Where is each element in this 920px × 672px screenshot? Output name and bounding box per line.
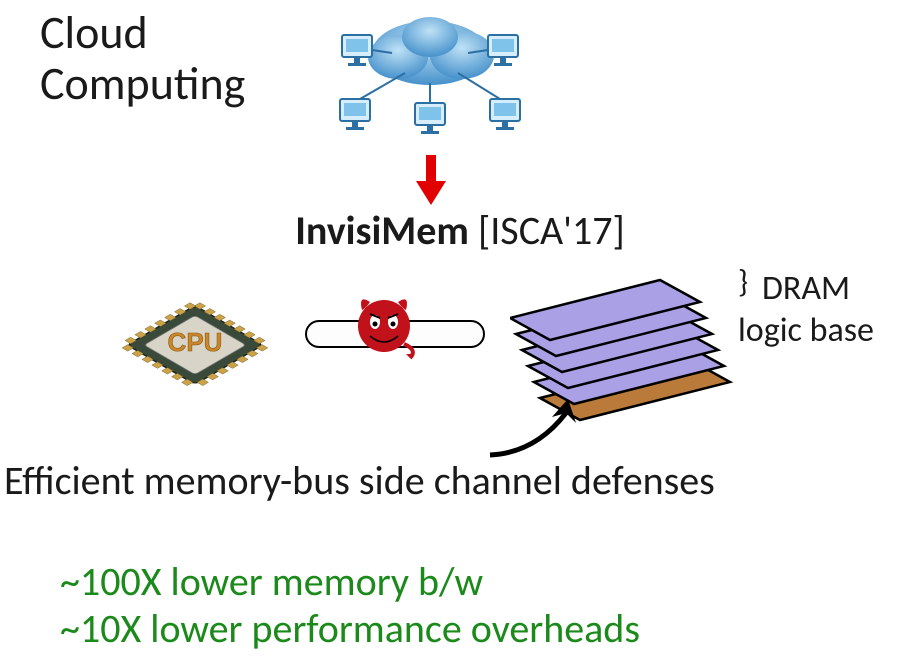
benefit-line-2: ~10X lower performance overheads bbox=[60, 605, 640, 652]
title-line1: Cloud bbox=[40, 5, 148, 61]
logic-base-label: logic base bbox=[738, 310, 874, 351]
invisimem-heading: InvisiMem [ISCA'17] bbox=[0, 206, 920, 255]
dram-bracket: } bbox=[738, 262, 748, 301]
curved-arrow-icon bbox=[480, 395, 590, 460]
invisimem-citation: [ISCA'17] bbox=[469, 206, 625, 255]
invisimem-name: InvisiMem bbox=[295, 206, 469, 255]
red-down-arrow-icon bbox=[416, 155, 446, 205]
page-title: Cloud Computing bbox=[40, 8, 245, 109]
cloud-computing-icon bbox=[300, 5, 560, 150]
svg-text:CPU: CPU bbox=[168, 327, 223, 357]
defenses-caption: Efficient memory-bus side channel defens… bbox=[0, 456, 920, 505]
benefit-line-1: ~100X lower memory b/w bbox=[60, 558, 640, 605]
benefits-block: ~100X lower memory b/w ~10X lower perfor… bbox=[60, 558, 640, 652]
cpu-chip-icon: CPU bbox=[115, 275, 275, 415]
title-line2: Computing bbox=[40, 56, 245, 112]
dram-label: DRAM bbox=[762, 268, 850, 309]
devil-attacker-icon bbox=[348, 288, 420, 360]
